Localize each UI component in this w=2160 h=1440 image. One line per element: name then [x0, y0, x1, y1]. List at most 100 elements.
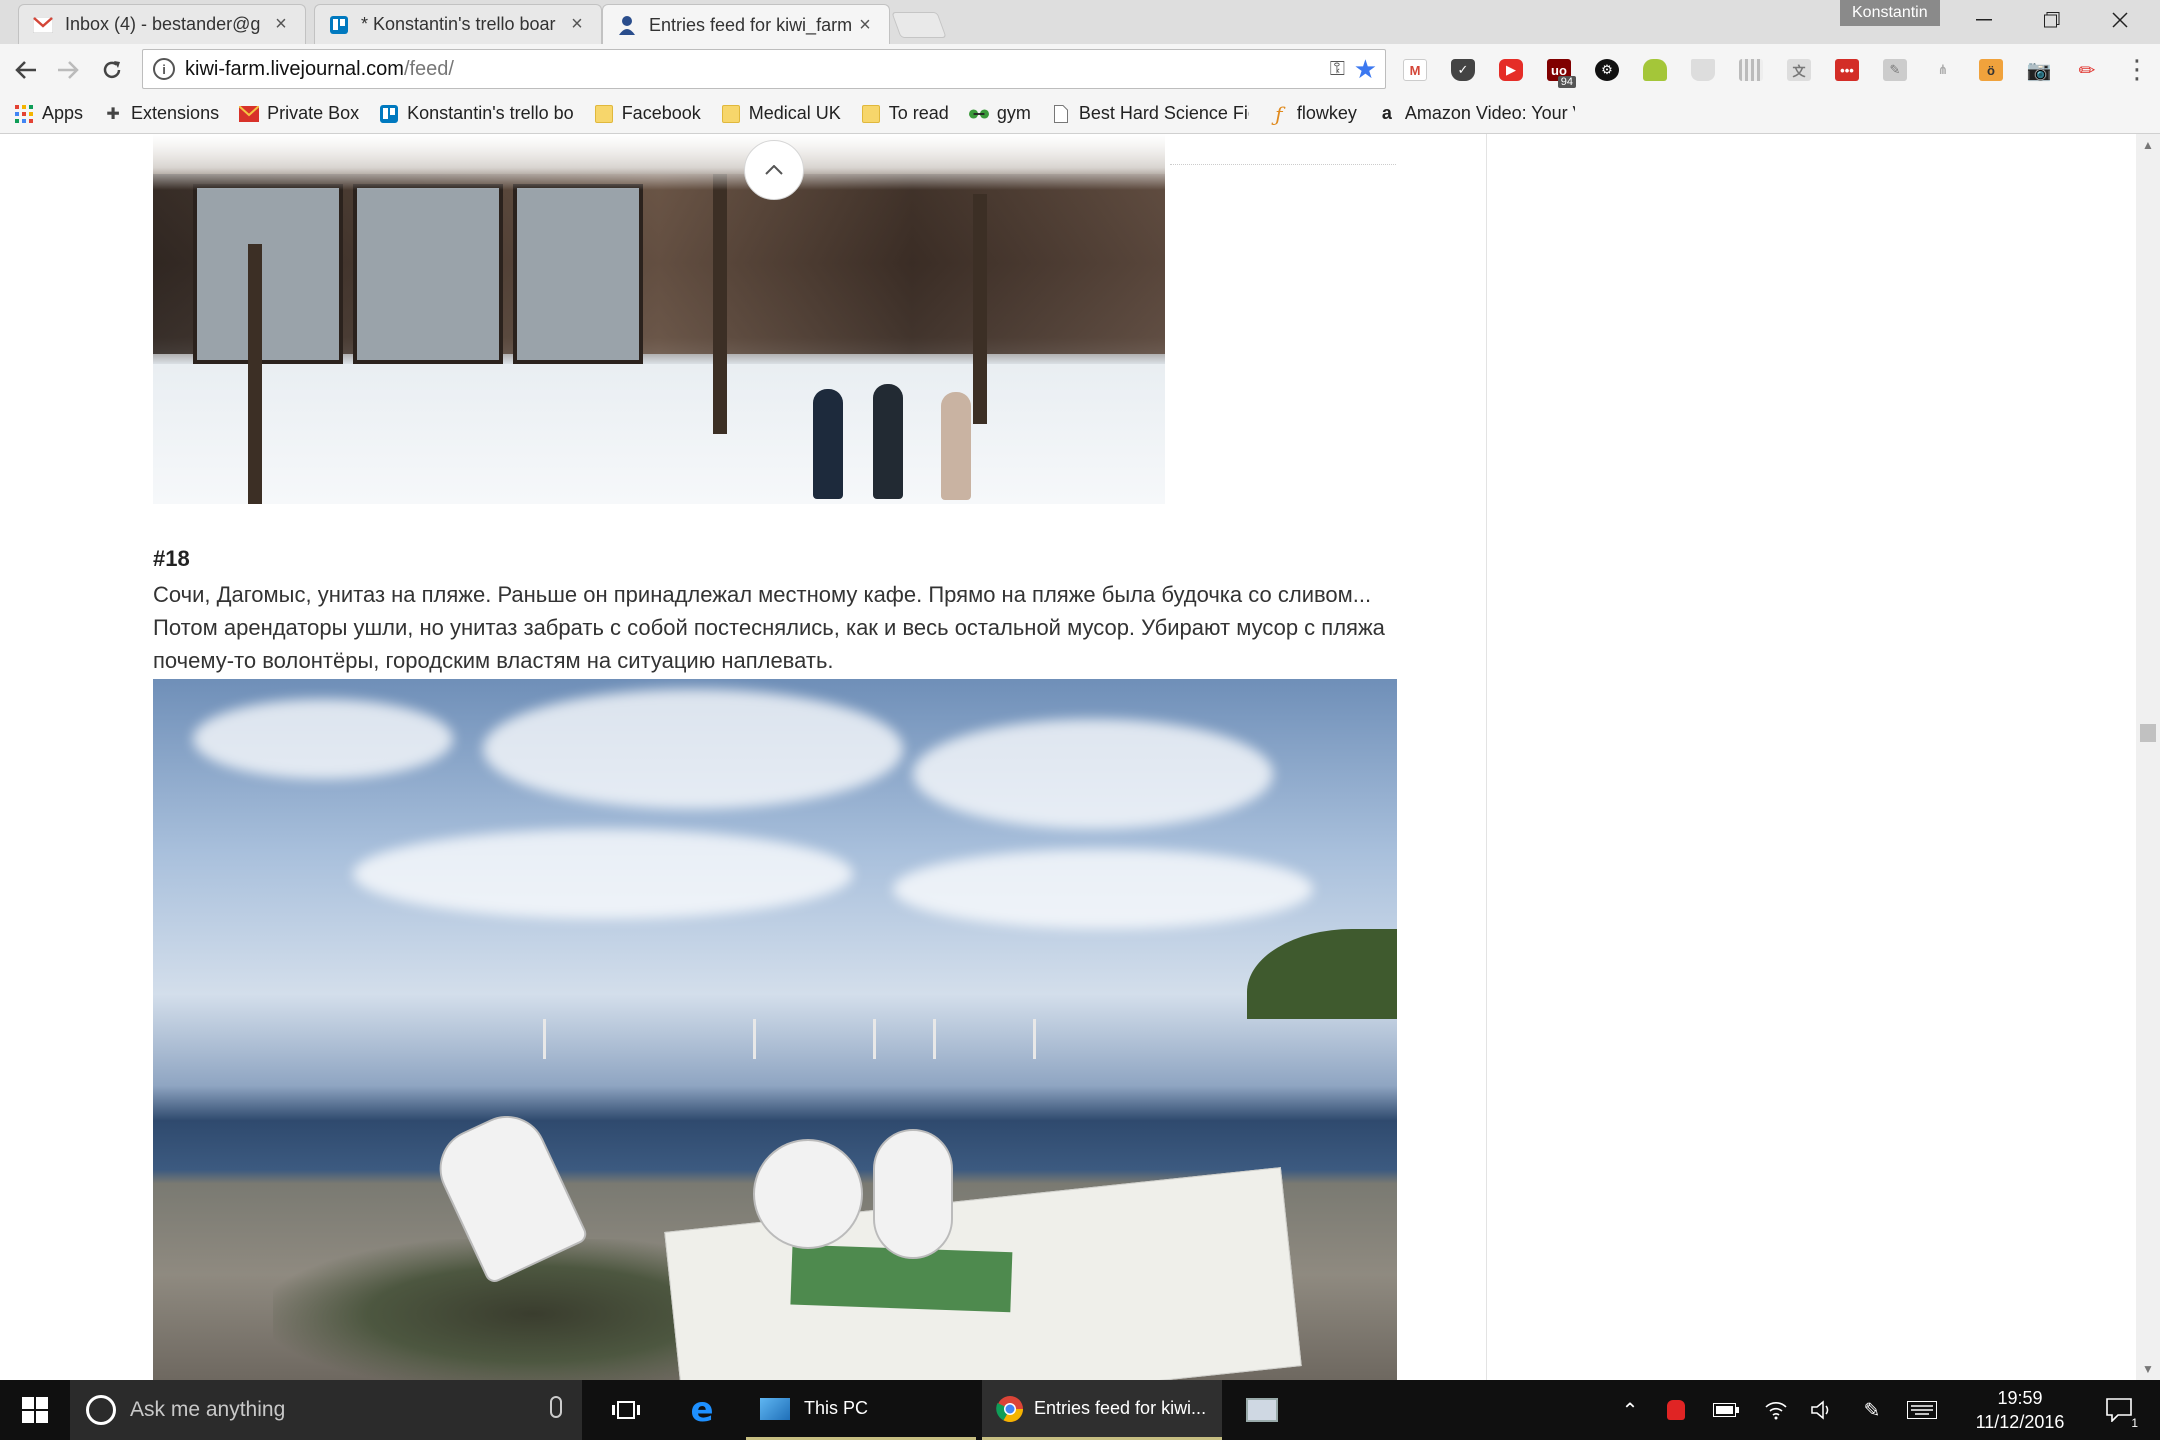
task-view-icon	[612, 1401, 640, 1419]
bookmark-apps[interactable]: Apps	[14, 103, 83, 124]
bookmark-folder-medical-uk[interactable]: Medical UK	[721, 103, 841, 124]
bookmark-private-box[interactable]: Private Box	[239, 103, 359, 124]
back-button[interactable]	[8, 52, 44, 88]
scrollbar-thumb[interactable]	[2140, 724, 2156, 742]
pen-workspace-icon[interactable]: ✎	[1852, 1380, 1892, 1440]
photo-toilet-tank	[873, 1129, 953, 1259]
bookmark-folder-facebook[interactable]: Facebook	[594, 103, 701, 124]
minimize-button[interactable]	[1950, 0, 2018, 40]
cortana-search[interactable]: Ask me anything	[70, 1380, 582, 1440]
pen-icon[interactable]: ✏	[2068, 52, 2106, 88]
info-icon[interactable]: i	[153, 58, 175, 80]
folder-icon	[861, 104, 881, 124]
tab-strip: Inbox (4) - bestander@g × * Konstantin's…	[0, 0, 2160, 45]
ublock-icon[interactable]: uo 94	[1540, 52, 1578, 88]
youtube-icon[interactable]: ▶	[1492, 52, 1530, 88]
restore-button[interactable]	[2018, 0, 2086, 40]
bookmark-folder-to-read[interactable]: To read	[861, 103, 949, 124]
browser-menu-icon[interactable]: ⋮	[2124, 54, 2150, 84]
clock-date: 11/12/2016	[1975, 1412, 2065, 1432]
profile-badge[interactable]: Konstantin	[1840, 0, 1940, 26]
taskbar-item-label: Entries feed for kiwi...	[1034, 1398, 1207, 1418]
photo-toilet-bowl	[753, 1139, 863, 1249]
post-photo-beach-toilet	[153, 679, 1397, 1380]
task-view-button[interactable]	[596, 1380, 656, 1440]
android-icon[interactable]	[1636, 52, 1674, 88]
page-scrollbar[interactable]: ▲ ▼	[2136, 134, 2160, 1380]
folder-icon	[721, 104, 741, 124]
start-button[interactable]	[0, 1380, 70, 1440]
tab-title: * Konstantin's trello boar	[361, 14, 556, 34]
notification-count: 1	[2131, 1416, 2138, 1430]
post-photo-snowy-street	[153, 134, 1165, 504]
tray-app-icon[interactable]	[1656, 1380, 1696, 1440]
evernote-icon[interactable]: ✎	[1876, 52, 1914, 88]
tab-trello[interactable]: * Konstantin's trello boar ×	[314, 4, 602, 44]
taskbar-monitor-app[interactable]	[1232, 1380, 1292, 1440]
forward-button[interactable]	[50, 52, 86, 88]
scroll-up-icon[interactable]: ▲	[2142, 138, 2154, 152]
apps-grid-icon	[14, 104, 34, 124]
key-icon[interactable]: ⚿	[1330, 58, 1345, 81]
bookmark-label: Amazon Video: Your V	[1404, 103, 1575, 123]
camera-icon[interactable]: 📷	[2020, 52, 2058, 88]
bookmark-label: Apps	[42, 103, 84, 123]
tab-title: Entries feed for kiwi_farm	[649, 14, 853, 35]
browser-toolbar: i kiwi-farm.livejournal.com/feed/ ⚿ ★ M …	[0, 44, 2160, 94]
bookmark-star-icon[interactable]: ★	[1354, 54, 1377, 85]
action-center-icon[interactable]: 1	[2094, 1380, 2144, 1440]
clock[interactable]: 19:59 11/12/2016	[1950, 1386, 2090, 1434]
windows-taskbar: Ask me anything e This PC Entries feed f…	[0, 1380, 2160, 1440]
close-icon[interactable]: ×	[271, 13, 291, 36]
bookmark-label: Private Box	[267, 103, 360, 123]
tab-gmail[interactable]: Inbox (4) - bestander@g ×	[18, 4, 306, 44]
edge-button[interactable]: e	[672, 1380, 732, 1440]
puzzle-piece-icon: ✚	[106, 105, 120, 123]
volume-icon[interactable]	[1802, 1380, 1842, 1440]
close-icon[interactable]: ×	[855, 14, 875, 37]
wifi-icon[interactable]	[1756, 1380, 1796, 1440]
divider-line	[1170, 164, 1396, 165]
keyboard-icon[interactable]	[1900, 1380, 1944, 1440]
taskbar-chrome[interactable]: Entries feed for kiwi...	[982, 1380, 1222, 1440]
bookmark-amazon-video[interactable]: a Amazon Video: Your V	[1377, 103, 1575, 124]
taskbar-this-pc[interactable]: This PC	[746, 1380, 976, 1440]
scroll-down-icon[interactable]: ▼	[2142, 1362, 2154, 1376]
gym-icon	[968, 104, 989, 124]
search-placeholder: Ask me anything	[130, 1398, 286, 1421]
lastpass-icon[interactable]: •••	[1828, 52, 1866, 88]
tray-expand-icon[interactable]: ⌃	[1610, 1380, 1650, 1440]
bookmark-gym[interactable]: gym	[968, 103, 1031, 124]
taskbar-item-label: This PC	[804, 1398, 869, 1418]
bookmark-best-hard-science[interactable]: Best Hard Science Fict	[1051, 103, 1249, 124]
tab-livejournal-feed[interactable]: Entries feed for kiwi_farm ×	[602, 4, 890, 45]
bookmark-label: To read	[888, 103, 949, 123]
bookmark-trello[interactable]: Konstantin's trello bo	[379, 103, 574, 124]
gear-extension-icon[interactable]: ⚙	[1588, 52, 1626, 88]
cup-icon[interactable]	[1684, 52, 1722, 88]
gmail-icon	[33, 15, 53, 35]
qr-icon[interactable]	[1732, 52, 1770, 88]
new-tab-button[interactable]	[891, 12, 947, 38]
photo-hill	[1247, 929, 1397, 1019]
face-extension-icon[interactable]: ö	[1972, 52, 2010, 88]
address-bar[interactable]: i kiwi-farm.livejournal.com/feed/ ⚿ ★	[142, 49, 1386, 89]
pocket-icon[interactable]: ✓	[1444, 52, 1482, 88]
gmail-checker-icon[interactable]: M	[1396, 52, 1434, 88]
windows-logo-icon	[22, 1397, 48, 1423]
sitemap-icon[interactable]: ⋔	[1924, 52, 1962, 88]
bookmark-flowkey[interactable]: ƒ flowkey	[1269, 102, 1357, 126]
microphone-icon[interactable]	[550, 1396, 562, 1418]
close-window-button[interactable]	[2086, 0, 2154, 40]
reload-button[interactable]	[94, 52, 130, 88]
battery-icon[interactable]	[1704, 1380, 1748, 1440]
scroll-to-top-button[interactable]	[744, 140, 804, 200]
bookmark-label: Best Hard Science Fict	[1078, 103, 1249, 123]
close-icon[interactable]: ×	[567, 13, 587, 36]
translate-icon[interactable]: 文	[1780, 52, 1818, 88]
extension-badge: 94	[1557, 76, 1576, 88]
entry-number: #18	[153, 546, 190, 571]
bookmark-extensions[interactable]: ✚ Extensions	[103, 103, 219, 124]
chevron-up-icon	[765, 165, 783, 175]
sidebar-divider	[1486, 134, 1487, 1380]
